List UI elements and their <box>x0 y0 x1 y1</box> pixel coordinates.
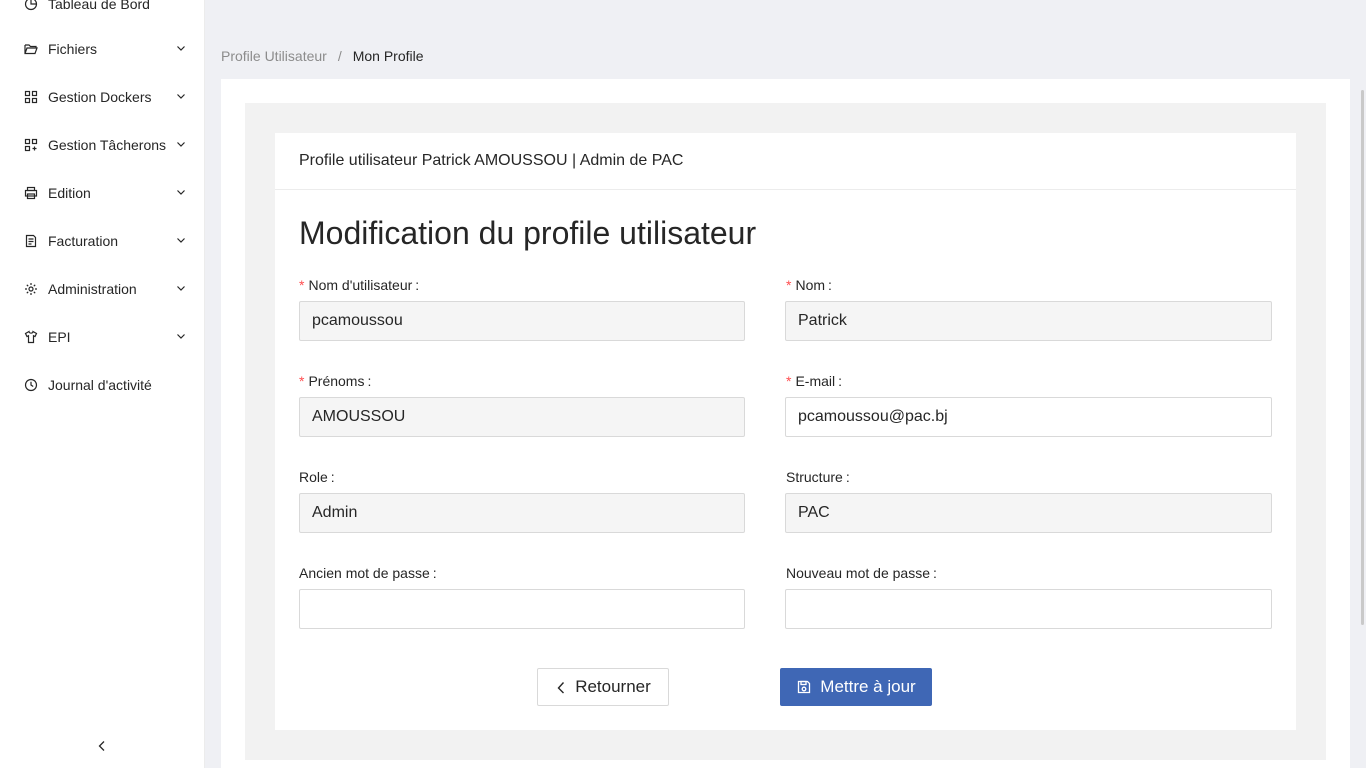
sidebar-item-edition[interactable]: Edition <box>0 173 204 213</box>
required-marker: * <box>786 373 792 389</box>
save-icon <box>796 679 812 695</box>
chevron-down-icon <box>177 46 185 51</box>
email-label: * E-mail: <box>786 373 843 389</box>
sidebar-item-gestion-dockers[interactable]: Gestion Dockers <box>0 77 204 117</box>
structure-field[interactable] <box>785 493 1272 533</box>
sidebar-collapse-button[interactable] <box>92 736 112 756</box>
chevron-down-icon <box>177 94 185 99</box>
page-scrollbar[interactable] <box>1361 90 1364 625</box>
breadcrumb: Profile Utilisateur / Mon Profile <box>221 48 424 64</box>
required-marker: * <box>299 373 305 389</box>
nom-label: * Nom: <box>786 277 832 293</box>
chevron-down-icon <box>177 142 185 147</box>
sidebar-item-label: Tableau de Bord <box>48 0 150 12</box>
sidebar-item-journal-activite[interactable]: Journal d'activité <box>0 365 204 405</box>
appstore-icon <box>24 90 38 104</box>
chevron-left-icon <box>555 680 567 694</box>
breadcrumb-separator: / <box>337 48 342 64</box>
sidebar-item-label: Fichiers <box>48 41 98 57</box>
page-title: Modification du profile utilisateur <box>299 215 757 251</box>
card-header: Profile utilisateur Patrick AMOUSSOU | A… <box>275 133 1296 190</box>
structure-label: Structure: <box>786 469 850 485</box>
role-label: Role: <box>299 469 335 485</box>
sidebar-item-gestion-tacherons[interactable]: Gestion Tâcherons <box>0 125 204 165</box>
prenoms-field[interactable] <box>299 397 745 437</box>
profile-card: Profile utilisateur Patrick AMOUSSOU | A… <box>275 133 1296 730</box>
breadcrumb-current: Mon Profile <box>352 48 424 64</box>
new-password-label: Nouveau mot de passe: <box>786 565 937 581</box>
invoice-icon <box>24 234 38 248</box>
sidebar-item-label: Facturation <box>48 233 119 249</box>
printer-icon <box>24 186 38 200</box>
nom-field[interactable] <box>785 301 1272 341</box>
new-password-field[interactable] <box>785 589 1272 629</box>
old-password-label: Ancien mot de passe: <box>299 565 437 581</box>
breadcrumb-link-profile[interactable]: Profile Utilisateur <box>221 48 327 64</box>
sidebar-item-administration[interactable]: Administration <box>0 269 204 309</box>
team-grid-icon <box>24 138 38 152</box>
back-button[interactable]: Retourner <box>537 668 669 706</box>
chevron-left-icon <box>98 741 105 751</box>
username-field[interactable] <box>299 301 745 341</box>
email-field[interactable] <box>785 397 1272 437</box>
chevron-down-icon <box>177 286 185 291</box>
save-button[interactable]: Mettre à jour <box>780 668 932 706</box>
folder-open-icon <box>24 42 38 56</box>
prenoms-label: * Prénoms: <box>299 373 372 389</box>
sidebar-item-facturation[interactable]: Facturation <box>0 221 204 261</box>
sidebar-item-fichiers[interactable]: Fichiers <box>0 29 204 69</box>
back-button-label: Retourner <box>575 677 651 696</box>
sidebar-item-label: Gestion Dockers <box>48 89 152 105</box>
sidebar-item-tableau-de-bord[interactable]: Tableau de Bord <box>0 0 204 24</box>
chevron-down-icon <box>177 334 185 339</box>
save-button-label: Mettre à jour <box>820 677 916 696</box>
chevron-down-icon <box>177 190 185 195</box>
required-marker: * <box>786 277 792 293</box>
sidebar: Tableau de Bord Fichiers Gestion Dockers… <box>0 0 205 768</box>
sidebar-item-epi[interactable]: EPI <box>0 317 204 357</box>
sidebar-item-label: Administration <box>48 281 137 297</box>
gear-icon <box>24 282 38 296</box>
role-field[interactable] <box>299 493 745 533</box>
sidebar-item-label: EPI <box>48 329 71 345</box>
sidebar-item-label: Journal d'activité <box>48 377 152 393</box>
clock-icon <box>24 378 38 392</box>
chevron-down-icon <box>177 238 185 243</box>
username-label: * Nom d'utilisateur: <box>299 277 420 293</box>
sidebar-item-label: Edition <box>48 185 91 201</box>
old-password-field[interactable] <box>299 589 745 629</box>
sidebar-item-label: Gestion Tâcherons <box>48 137 167 153</box>
pie-chart-icon <box>24 0 38 11</box>
shirt-icon <box>24 330 38 344</box>
required-marker: * <box>299 277 305 293</box>
